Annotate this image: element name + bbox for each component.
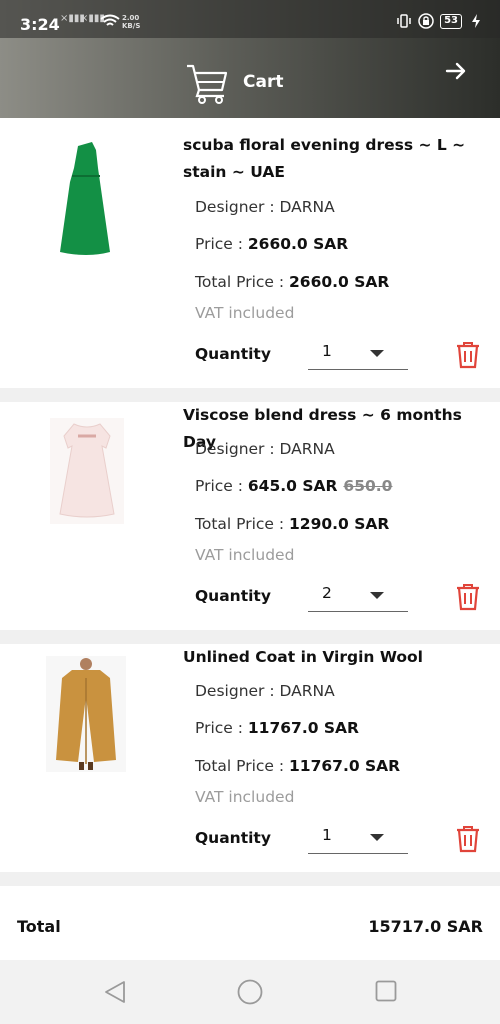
price-value: 11767.0 SAR <box>247 719 359 737</box>
page-title: Cart <box>243 72 284 92</box>
back-icon[interactable] <box>102 979 128 1005</box>
original-price: 650.0 <box>343 477 393 495</box>
price-line: Price : 645.0 SAR 650.0 <box>195 477 393 495</box>
product-title[interactable]: scuba floral evening dress ~ L ~ stain ~… <box>183 132 493 186</box>
chevron-down-icon <box>370 834 384 841</box>
quantity-value: 2 <box>322 584 332 602</box>
quantity-label: Quantity <box>195 829 271 847</box>
total-value: 15717.0 SAR <box>368 917 483 936</box>
designer-label: Designer : DARNA <box>195 440 335 458</box>
price-value: 645.0 SAR <box>247 477 338 495</box>
recent-apps-icon[interactable] <box>374 979 398 1003</box>
total-price-line: Total Price : 2660.0 SAR <box>195 273 390 291</box>
price-line: Price : 2660.0 SAR <box>195 235 349 253</box>
vibrate-icon <box>397 14 411 28</box>
designer-label: Designer : DARNA <box>195 198 335 216</box>
quantity-value: 1 <box>322 826 332 844</box>
total-price-value: 11767.0 SAR <box>289 757 401 775</box>
price-line: Price : 11767.0 SAR <box>195 719 359 737</box>
status-time: 3:24 <box>20 15 60 34</box>
charging-icon <box>472 14 480 28</box>
quantity-dropdown[interactable]: 1 <box>308 340 408 370</box>
quantity-label: Quantity <box>195 345 271 363</box>
quantity-label: Quantity <box>195 587 271 605</box>
divider <box>0 388 500 402</box>
trash-icon[interactable] <box>456 583 480 611</box>
home-icon[interactable] <box>237 979 263 1005</box>
app-header: 3:24 ×▮▮▮ ×▮▮▮ 2.00 KB/S 53 Cart <box>0 0 500 118</box>
total-price-value: 2660.0 SAR <box>289 273 390 291</box>
trash-icon[interactable] <box>456 825 480 853</box>
quantity-value: 1 <box>322 342 332 360</box>
designer-label: Designer : DARNA <box>195 682 335 700</box>
chevron-down-icon <box>370 592 384 599</box>
vat-note: VAT included <box>195 304 295 322</box>
total-price-value: 1290.0 SAR <box>289 515 390 533</box>
quantity-dropdown[interactable]: 2 <box>308 582 408 612</box>
vat-note: VAT included <box>195 546 295 564</box>
vat-note: VAT included <box>195 788 295 806</box>
total-label: Total <box>17 917 61 936</box>
lock-icon <box>418 13 434 29</box>
divider <box>0 872 500 886</box>
product-title[interactable]: Unlined Coat in Virgin Wool <box>183 644 493 671</box>
cart-icon <box>187 64 228 104</box>
divider <box>0 630 500 644</box>
arrow-right-icon[interactable] <box>444 59 468 83</box>
cart-item: scuba floral evening dress ~ L ~ stain ~… <box>0 118 500 388</box>
total-price-line: Total Price : 1290.0 SAR <box>195 515 390 533</box>
chevron-down-icon <box>370 350 384 357</box>
trash-icon[interactable] <box>456 341 480 369</box>
status-bar: 3:24 ×▮▮▮ ×▮▮▮ 2.00 KB/S 53 <box>0 0 500 38</box>
battery-indicator: 53 <box>440 13 462 29</box>
quantity-dropdown[interactable]: 1 <box>308 824 408 854</box>
cart-item: Unlined Coat in Virgin Wool Designer : D… <box>0 644 500 872</box>
product-image[interactable] <box>50 418 124 524</box>
network-speed: 2.00 KB/S <box>122 14 141 30</box>
wifi-icon <box>100 14 120 26</box>
price-value: 2660.0 SAR <box>247 235 349 253</box>
total-price-line: Total Price : 11767.0 SAR <box>195 757 401 775</box>
product-image[interactable] <box>46 656 126 772</box>
product-image[interactable] <box>52 142 122 262</box>
cart-item: Viscose blend dress ~ 6 months Day Desig… <box>0 402 500 630</box>
